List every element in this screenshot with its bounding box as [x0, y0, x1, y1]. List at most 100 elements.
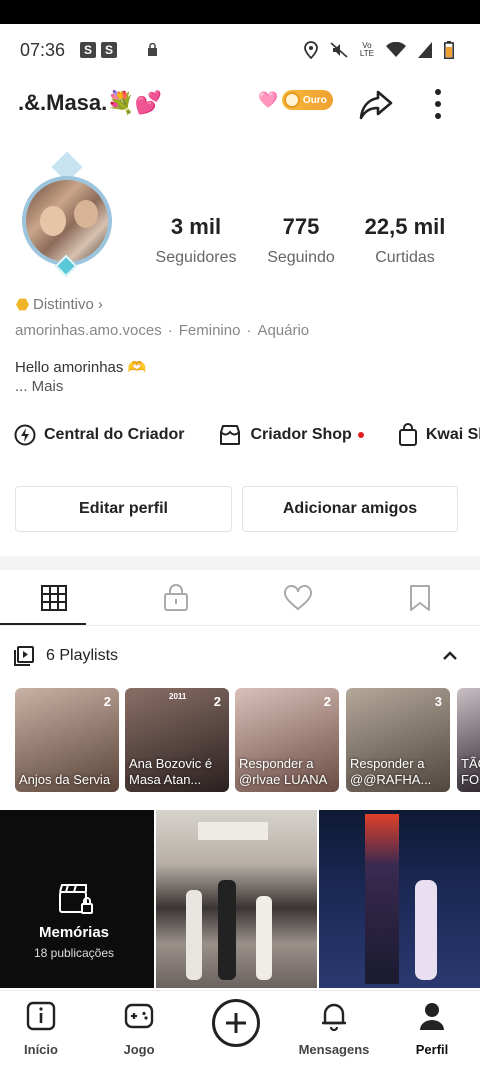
playlist-card[interactable]: 2 Responder a @rlvae LUANA — [235, 688, 339, 792]
signal-icon — [418, 42, 432, 58]
location-icon — [304, 41, 318, 59]
video-thumbnail[interactable] — [156, 810, 317, 988]
playlist-icon — [14, 646, 34, 666]
tab-private[interactable] — [116, 570, 236, 626]
distintivo-link[interactable]: Distintivo › — [16, 296, 103, 313]
stat-following[interactable]: 775 Seguindo — [262, 214, 340, 267]
stat-likes[interactable]: 22,5 mil Curtidas — [352, 214, 458, 267]
stat-label: Seguidores — [155, 249, 237, 266]
chevron-right-icon: › — [97, 296, 103, 313]
playlist-title: Ana Bozovic é Masa Atan... — [129, 756, 213, 787]
thumbnail-figure — [256, 896, 272, 980]
hexagon-badge-icon — [16, 298, 29, 311]
playlist-count: 2 — [103, 694, 111, 709]
lock-status-icon — [148, 43, 157, 56]
playlists-header[interactable]: 6 Playlists — [14, 644, 118, 668]
edit-profile-button[interactable]: Editar perfil — [15, 486, 232, 532]
creator-links-row: Central do Criador Criador Shop Kwai Sh — [14, 420, 480, 450]
active-tab-indicator — [0, 623, 86, 625]
video-thumbnail[interactable] — [319, 810, 480, 988]
more-options-icon[interactable] — [428, 86, 448, 122]
status-time: 07:36 — [20, 40, 66, 60]
creator-shop-link[interactable]: Criador Shop — [218, 424, 364, 446]
nav-home[interactable]: Início — [0, 1001, 86, 1057]
profile-sign: Aquário — [257, 322, 310, 339]
tab-liked[interactable] — [238, 570, 358, 626]
thumbnail-figure — [218, 880, 236, 980]
chevron-up-icon[interactable] — [440, 646, 460, 666]
playlist-card[interactable]: 2 Anjos da Servia — [15, 688, 119, 792]
level-badge[interactable]: 🩷 Ouro — [258, 90, 333, 110]
playlist-title: Responder a @rlvae LUANA — [239, 756, 328, 787]
content-tabs — [0, 570, 480, 626]
profile-screen: 07:36 S S Vo LTE .&.Masa.💐💕 🩷 Ouro 3 mil… — [0, 24, 480, 1076]
memories-title: Memórias — [38, 924, 110, 941]
avatar-frame[interactable] — [12, 151, 122, 278]
meta-separator: · — [167, 322, 173, 339]
heart-icon — [284, 585, 312, 611]
bag-icon — [398, 423, 417, 446]
tab-posts[interactable] — [0, 570, 114, 626]
kwai-shop-link[interactable]: Kwai Sh — [398, 423, 480, 447]
heart-badge-icon: 🩷 — [258, 92, 278, 109]
mute-icon — [330, 42, 348, 58]
stat-value: 3 mil — [170, 214, 222, 239]
distintivo-label: Distintivo — [33, 296, 94, 313]
gold-coin-icon — [283, 92, 300, 108]
add-friends-button[interactable]: Adicionar amigos — [242, 486, 458, 532]
nav-label: Jogo — [123, 1042, 155, 1057]
nav-game[interactable]: Jogo — [94, 1001, 184, 1057]
battery-icon — [444, 41, 454, 59]
creator-link-label: Kwai Sh — [425, 426, 480, 443]
bio-more-link[interactable]: ... Mais — [15, 378, 63, 395]
memories-subtitle: 18 publicações — [33, 946, 115, 960]
memories-cell[interactable]: Memórias 18 publicações — [0, 810, 154, 988]
thumbnail-screen — [365, 814, 399, 984]
nav-label: Início — [24, 1042, 58, 1057]
share-icon[interactable] — [358, 88, 394, 122]
section-divider — [0, 556, 480, 570]
avatar-photo-face — [74, 200, 98, 228]
lightning-circle-icon — [14, 424, 36, 446]
stat-label: Seguindo — [267, 249, 335, 266]
notification-badge: S — [80, 42, 96, 58]
stat-followers[interactable]: 3 mil Seguidores — [150, 214, 242, 267]
playlists-row: 2 Anjos da Servia 2011 2 Ana Bozovic é M… — [15, 688, 480, 792]
status-icons: Vo LTE — [304, 40, 454, 60]
tab-saved[interactable] — [360, 570, 480, 626]
thumbnail-figure — [415, 880, 437, 980]
playlists-count-label: 6 Playlists — [46, 647, 119, 664]
person-icon — [420, 1003, 444, 1030]
stat-label: Curtidas — [375, 249, 435, 266]
nav-messages[interactable]: Mensagens — [289, 1001, 379, 1057]
notification-dot — [357, 432, 364, 438]
create-post-button[interactable] — [212, 999, 260, 1047]
playlist-count: 2 — [323, 694, 331, 709]
username: .&.Masa.💐💕 — [18, 90, 163, 115]
creator-link-label: Central do Criador — [44, 426, 185, 443]
gold-tier-pill: Ouro — [281, 90, 333, 110]
tier-label: Ouro — [302, 94, 327, 106]
nav-profile[interactable]: Perfil — [387, 1001, 477, 1057]
bottom-navigation: Início Jogo Mensagens Perfil — [0, 990, 480, 1076]
playlist-card[interactable]: 2011 2 Ana Bozovic é Masa Atan... — [125, 688, 229, 792]
plus-icon — [226, 1013, 246, 1033]
playlist-title: TÃO FO — [461, 756, 480, 787]
meta-separator: · — [246, 322, 252, 339]
playlist-card[interactable]: 3 Responder a @@RAFHA... — [346, 688, 450, 792]
playlist-overlay-text: 2011 — [169, 692, 187, 701]
profile-meta: amorinhas.amo.voces · Feminino · Aquário — [15, 322, 309, 339]
nav-label: Perfil — [415, 1042, 449, 1057]
playlist-title: Anjos da Servia — [19, 772, 111, 787]
grid-icon — [41, 585, 67, 611]
profile-handle: amorinhas.amo.voces — [15, 322, 162, 339]
gamepad-icon — [124, 1003, 154, 1029]
playlist-card[interactable]: TÃO FO — [457, 688, 480, 792]
playlist-count: 2 — [213, 694, 221, 709]
profile-gender: Feminino — [178, 322, 241, 339]
creator-center-link[interactable]: Central do Criador — [14, 424, 184, 446]
video-grid: Memórias 18 publicações — [0, 810, 480, 988]
wifi-icon — [386, 42, 406, 57]
shop-icon — [220, 425, 241, 445]
thumbnail-figure — [186, 890, 202, 980]
